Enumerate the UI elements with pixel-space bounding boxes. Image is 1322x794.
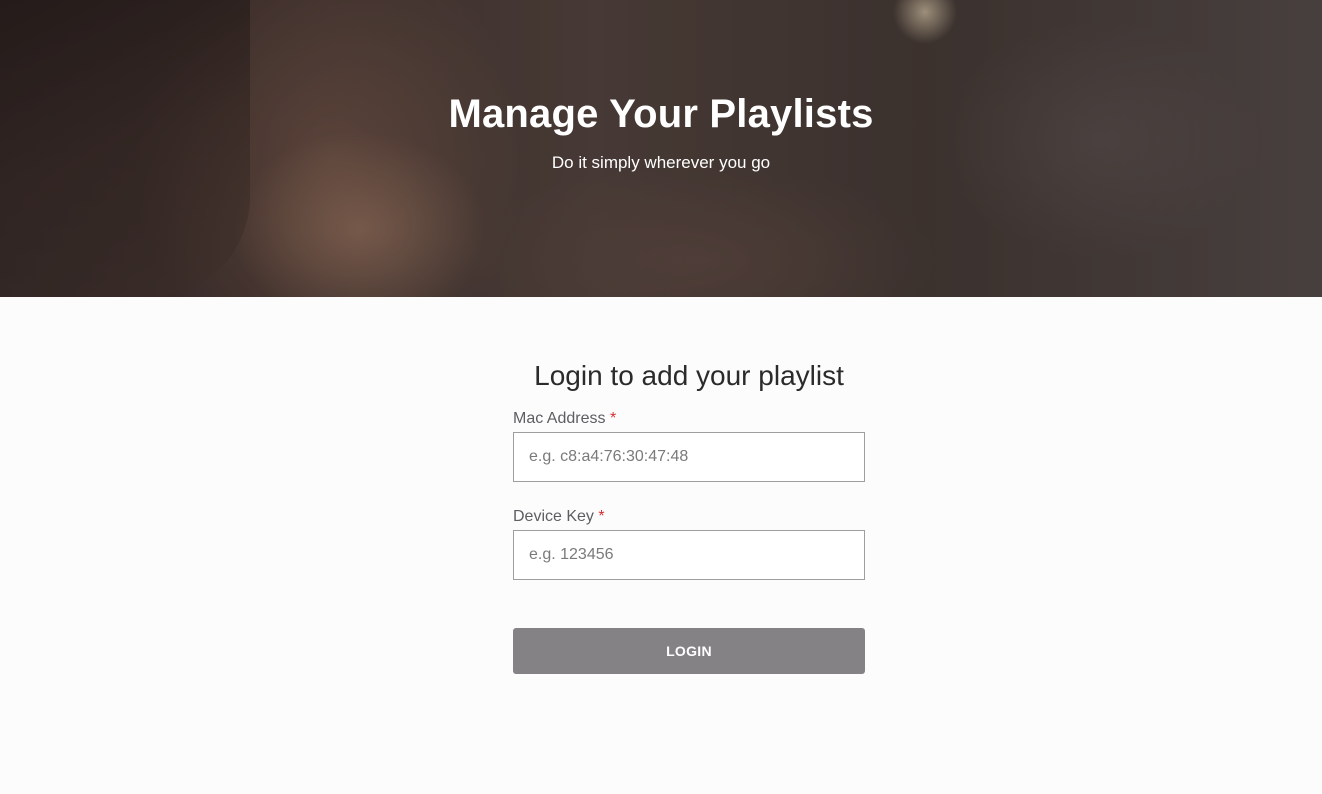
form-heading: Login to add your playlist [534,360,844,391]
mac-address-label-text: Mac Address [513,410,606,427]
hero-subtitle: Do it simply wherever you go [551,153,771,172]
login-button[interactable]: LOGIN [513,628,865,674]
mac-address-group: Mac Address * [513,410,865,482]
required-mark: * [609,410,617,427]
device-key-label-text: Device Key [513,508,594,525]
device-key-input[interactable] [513,530,865,580]
hero-banner: Manage Your Playlists Do it simply where… [0,0,1322,297]
required-mark: * [598,508,605,525]
mac-address-label: Mac Address * [513,410,865,428]
login-form: Login to add your playlist Mac Address *… [513,360,865,674]
hero-overlay [0,0,1322,297]
mac-address-input[interactable] [513,432,865,482]
device-key-label: Device Key * [513,508,865,526]
hero-title: Manage Your Playlists [448,92,874,136]
device-key-group: Device Key * [513,508,865,580]
